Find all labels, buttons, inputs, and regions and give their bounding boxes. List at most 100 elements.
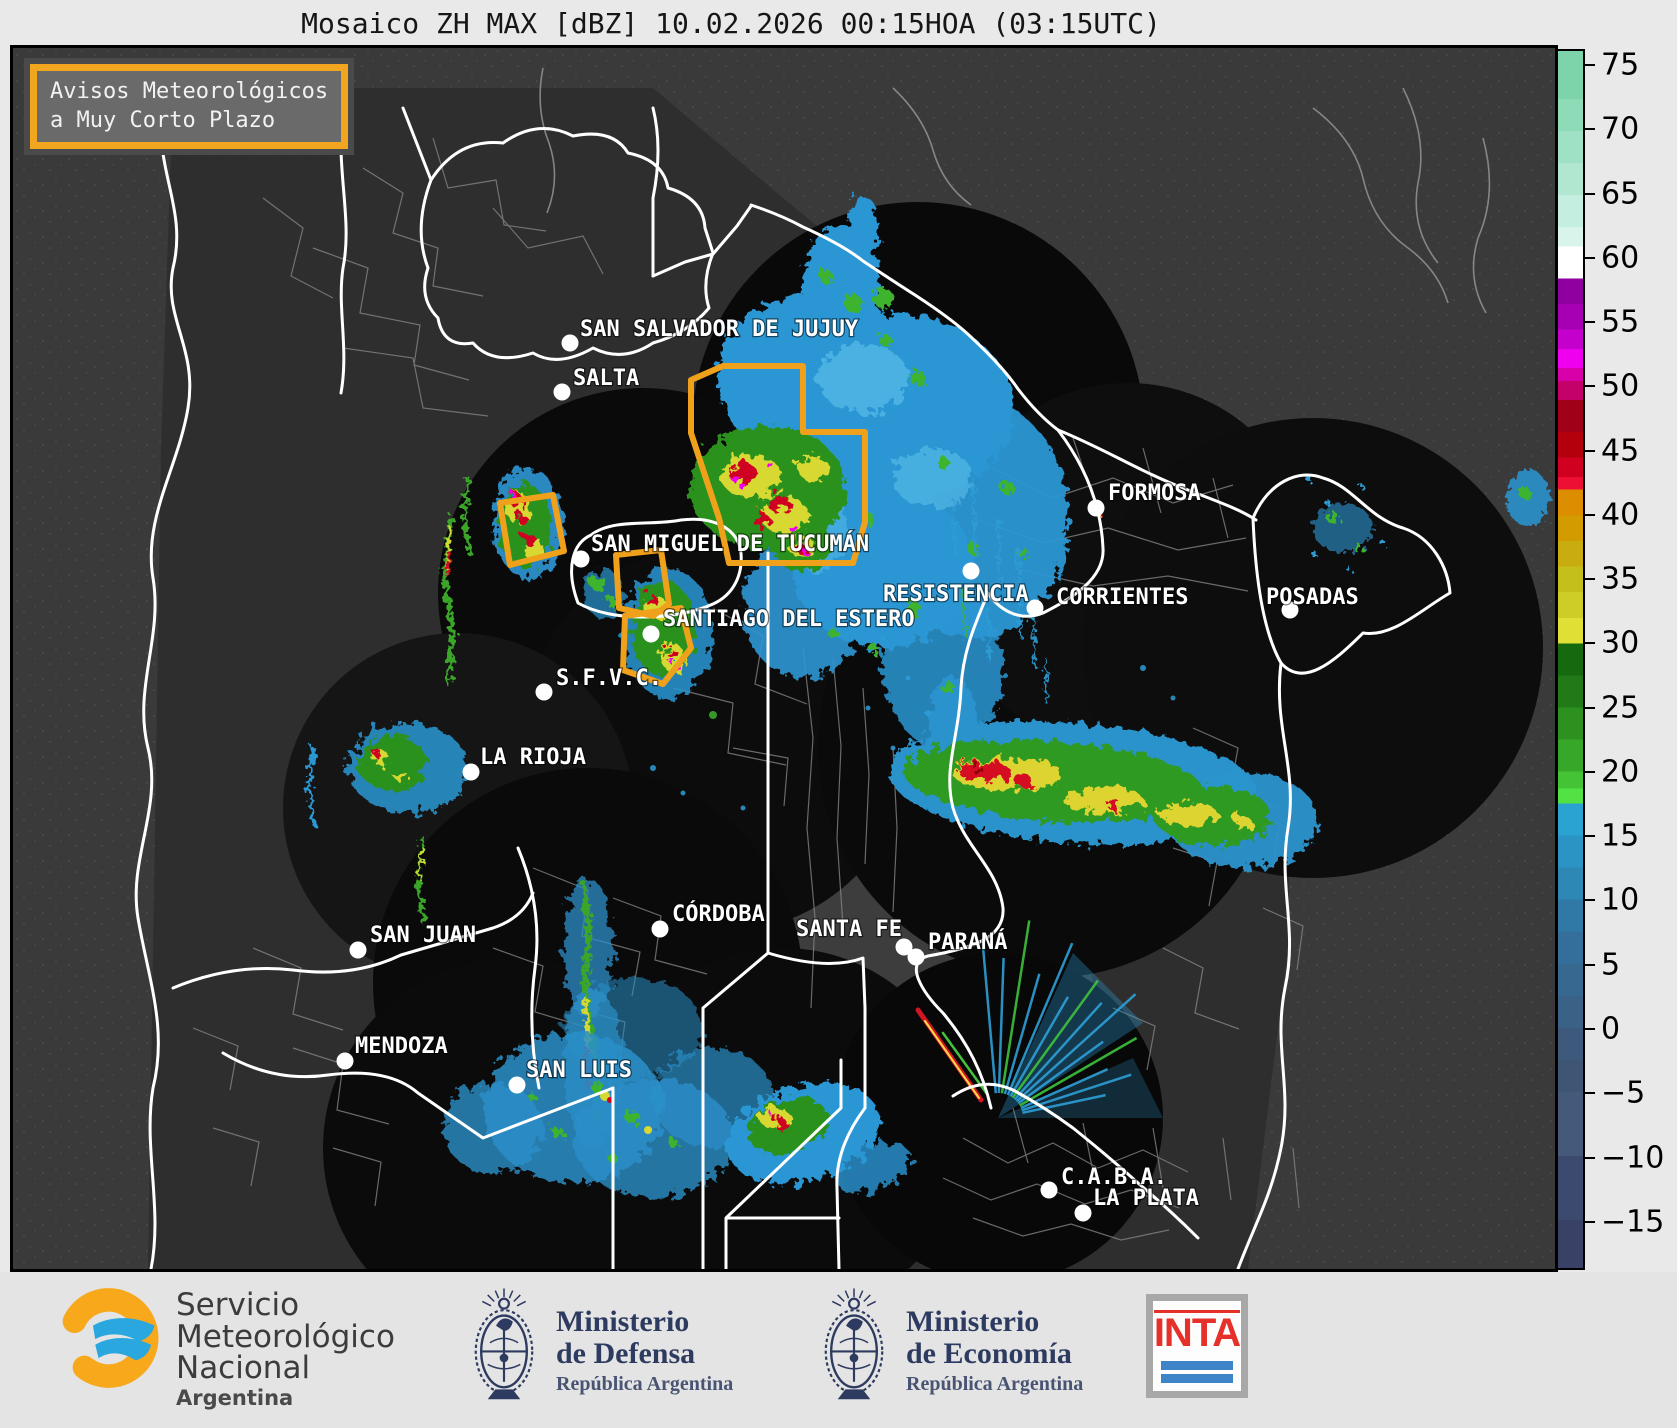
city-label: SALTA (573, 366, 639, 391)
city-dot (508, 1076, 526, 1094)
city-label: SANTA FE (796, 917, 902, 942)
city-dot (1026, 599, 1044, 617)
inta-bar-1 (1161, 1360, 1233, 1370)
colorbar-tick-label: 45 (1601, 433, 1640, 469)
colorbar-tick (1585, 256, 1595, 259)
colorbar-tick (1585, 963, 1595, 966)
city-dot (336, 1052, 354, 1070)
inta-logo-inner: INTA (1153, 1301, 1241, 1391)
city-label: CORRIENTES (1056, 585, 1188, 610)
smn-logo-text: Servicio Meteorológico Nacional Argentin… (176, 1287, 395, 1410)
smn-line4: Argentina (176, 1385, 294, 1410)
colorbar-tick (1585, 192, 1595, 195)
defensa-line3: República Argentina (556, 1373, 734, 1395)
colorbar-tick-label: 60 (1601, 240, 1640, 276)
city-dot (561, 334, 579, 352)
colorbar-tick (1585, 321, 1595, 324)
radar-map-canvas: SAN SALVADOR DE JUJUY SALTA FORMOSA SAN MIG… (13, 48, 1555, 1269)
city-dot (1087, 499, 1105, 517)
city-label: SAN SALVADOR DE JUJUY (580, 317, 859, 342)
city-label: POSADAS (1266, 585, 1359, 610)
city-dot (349, 941, 367, 959)
colorbar-tick-label: 35 (1601, 561, 1640, 597)
colorbar-tick-label: 75 (1601, 47, 1640, 83)
colorbar-tick-label: 40 (1601, 497, 1640, 533)
footer: Servicio Meteorológico Nacional Argentin… (0, 1272, 1677, 1428)
warning-badge-line2: a Muy Corto Plazo (50, 107, 276, 133)
city-dot (907, 948, 925, 966)
inta-logo: INTA (1146, 1294, 1248, 1398)
dbz-colorbar (1556, 49, 1585, 1270)
colorbar-tick (1585, 899, 1595, 902)
colorbar-tick (1585, 513, 1595, 516)
colorbar-tick (1585, 1092, 1595, 1095)
page-title: Mosaico ZH MAX [dBZ] 10.02.2026 00:15HOA… (301, 7, 1161, 40)
warning-badge: Avisos Meteorológicos a Muy Corto Plazo (30, 64, 349, 150)
inta-label: INTA (1153, 1309, 1241, 1355)
colorbar-tick-label: 50 (1601, 368, 1640, 404)
defensa-logo-text: Ministerio de Defensa República Argentin… (556, 1306, 733, 1396)
colorbar-tick-label: −15 (1601, 1204, 1665, 1240)
colorbar-tick (1585, 770, 1595, 773)
city-label: MENDOZA (355, 1034, 448, 1059)
colorbar-tick (1585, 128, 1595, 131)
colorbar-tick-label: 15 (1601, 818, 1640, 854)
smn-line1: Servicio (176, 1287, 300, 1323)
defensa-coat-of-arms (466, 1286, 542, 1406)
colorbar-tick (1585, 1156, 1595, 1159)
city-label: CÓRDOBA (672, 901, 765, 927)
colorbar-tick (1585, 835, 1595, 838)
warning-badge-line1: Avisos Meteorológicos (50, 79, 329, 104)
city-dot (1074, 1204, 1092, 1222)
defensa-line1: Ministerio (556, 1305, 690, 1338)
city-label: PARANÁ (928, 929, 1007, 955)
colorbar-tick-label: 10 (1601, 882, 1640, 918)
radar-mosaic-page: { "title": "Mosaico ZH MAX [dBZ] 10.02.2… (0, 0, 1677, 1428)
smn-line2: Meteorológico (176, 1318, 395, 1355)
colorbar-tick-label: 5 (1601, 947, 1621, 983)
colorbar-tick-label: 30 (1601, 625, 1640, 661)
smn-logo-icon (58, 1288, 159, 1388)
colorbar-tick-label: 25 (1601, 690, 1640, 726)
inta-bar-2 (1161, 1373, 1233, 1383)
city-dot (572, 550, 590, 568)
colorbar-tick (1585, 1220, 1595, 1223)
city-label: S.F.V.C. (556, 666, 662, 691)
colorbar-tick-label: −5 (1601, 1075, 1646, 1111)
economia-coat-of-arms (816, 1286, 892, 1406)
colorbar-tick (1585, 385, 1595, 388)
economia-line1: Ministerio (906, 1305, 1040, 1338)
city-dot (462, 763, 480, 781)
economia-line2: de Economía (906, 1336, 1072, 1370)
city-dot (535, 683, 553, 701)
colorbar-tick-label: 55 (1601, 304, 1640, 340)
colorbar-tick (1585, 1028, 1595, 1030)
colorbar-tick (1585, 64, 1595, 67)
city-label: SAN LUIS (526, 1058, 632, 1083)
colorbar-tick (1585, 706, 1595, 709)
city-label: FORMOSA (1108, 481, 1201, 506)
colorbar-tick-label: −10 (1601, 1140, 1665, 1176)
city-label: SAN MIGUEL DE TUCUMÁN (591, 531, 869, 557)
radar-map: SAN SALVADOR DE JUJUY SALTA FORMOSA SAN MIG… (10, 45, 1558, 1272)
economia-line3: República Argentina (906, 1373, 1084, 1395)
colorbar-tick-label: 70 (1601, 111, 1640, 147)
smn-line3: Nacional (176, 1350, 311, 1387)
city-label: LA PLATA (1093, 1186, 1199, 1211)
city-dot (651, 920, 669, 938)
city-label: RESISTENCIA (883, 582, 1029, 607)
colorbar-tick (1585, 578, 1595, 581)
economia-logo-text: Ministerio de Economía República Argenti… (906, 1306, 1083, 1396)
city-label: LA RIOJA (480, 745, 586, 770)
colorbar-tick-label: 65 (1601, 176, 1640, 212)
city-dot (1040, 1181, 1058, 1199)
colorbar-tick (1585, 642, 1595, 645)
colorbar-tick (1585, 449, 1595, 452)
city-label: SAN JUAN (370, 923, 476, 948)
colorbar-tick-label: 0 (1601, 1011, 1621, 1047)
city-dot (962, 562, 980, 580)
city-dot (553, 383, 571, 401)
colorbar-tick-label: 20 (1601, 754, 1640, 790)
city-label: SANTIAGO DEL ESTERO (663, 607, 915, 632)
city-dot (642, 625, 660, 643)
